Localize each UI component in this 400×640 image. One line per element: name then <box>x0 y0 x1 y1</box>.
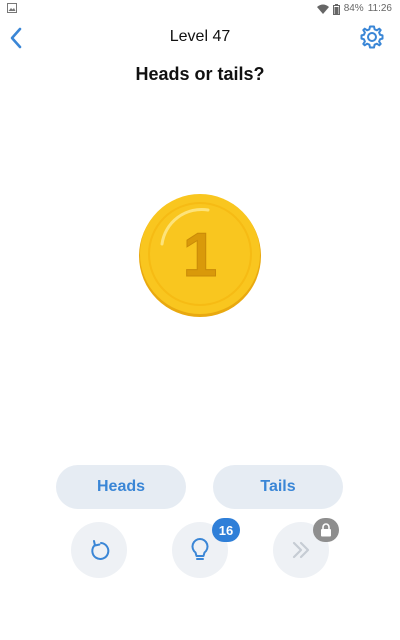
image-icon <box>7 3 17 13</box>
restart-icon <box>91 540 110 560</box>
lightbulb-icon <box>191 538 209 560</box>
question-text: Heads or tails? <box>135 64 265 84</box>
double-chevron-right-icon <box>292 541 310 559</box>
wifi-icon <box>316 4 329 14</box>
status-right: 84% 11:26 <box>316 2 392 16</box>
tails-button[interactable]: Tails <box>213 465 343 509</box>
level-title: Level 47 <box>169 28 231 45</box>
game-screen: 84% 11:26 Level 47 Heads or tails? 1 Hea… <box>0 0 400 640</box>
coin[interactable]: 1 <box>138 194 262 318</box>
gear-icon <box>360 25 384 49</box>
settings-button[interactable] <box>359 24 385 50</box>
coin-face-value: 1 <box>183 221 217 290</box>
battery-icon <box>332 3 340 15</box>
battery-percent: 84% <box>343 3 364 14</box>
hint-count-badge: 16 <box>212 518 240 542</box>
status-time: 11:26 <box>367 3 392 14</box>
heads-button[interactable]: Heads <box>56 465 186 509</box>
skip-locked-badge <box>313 518 339 542</box>
restart-button[interactable] <box>71 522 127 578</box>
lock-icon <box>321 523 331 537</box>
status-bar: 84% 11:26 <box>0 0 400 18</box>
